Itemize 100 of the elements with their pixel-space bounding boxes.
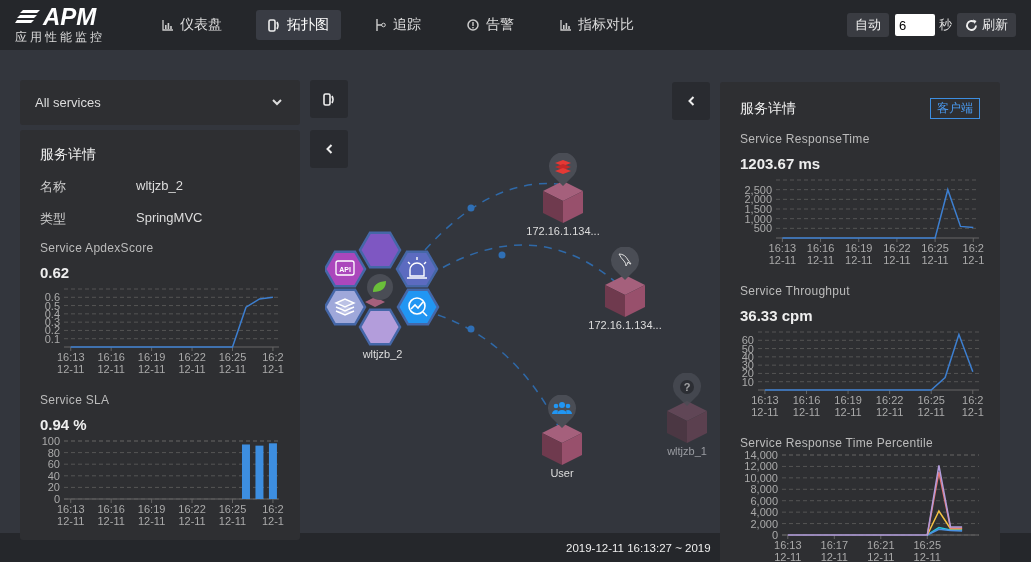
bar-chart-icon [560,19,571,31]
stack-icon [555,160,571,174]
client-button[interactable]: 客户端 [930,98,980,119]
axis-label: 16:2 12-1 [962,242,985,266]
axis-label: 16:13 12-11 [56,503,85,527]
axis-label: 20 [47,481,60,494]
axis-label: 16:25 12-11 [913,539,942,562]
axis-label: 16:22 12-11 [883,242,911,266]
node-label: 172.16.1.134... [588,319,662,331]
axis-label: 1,500 [744,203,772,215]
axis-label: 80 [47,446,60,459]
logo-icon [15,8,41,25]
axis-label: 16:2 12-1 [261,503,284,527]
axis-label: 16:13 12-11 [751,394,779,418]
axis-label: 16:21 12-11 [867,539,895,562]
bar-chart-icon [162,19,173,31]
metric-value: 36.33 cpm [740,307,814,324]
dolphin-icon [618,253,632,267]
time-range: 2019-12-11 16:13:27 ~ 2019 [566,541,711,554]
branch-icon [375,19,386,31]
metric-title: Service Throughput [740,284,851,298]
axis-label: 16:2 12-1 [261,351,284,375]
axis-label: 16:19 12-11 [844,242,873,266]
metric-value: 0.94 % [40,416,88,433]
field-label: 名称 [40,178,67,196]
axis-label: 16:25 12-11 [917,394,945,418]
axis-label: 16:22 12-11 [178,351,206,375]
node-label: 172.16.1.134... [526,225,600,237]
nav-tab[interactable]: 指标对比 [548,10,646,40]
nav-tab[interactable]: 追踪 [363,10,433,40]
axis-label: 0 [771,529,778,541]
metric-title: Service SLA [40,393,111,407]
axis-label: 16:19 12-11 [834,394,862,418]
axis-label: 16:16 12-11 [97,351,125,375]
axis-label: 12,000 [744,460,778,473]
chevron-left-icon [687,96,695,106]
axis-label: 2,500 [744,183,772,196]
axis-label: 16:25 12-11 [218,351,247,375]
nav-tab[interactable]: 仪表盘 [150,10,234,40]
logo-subtitle: 应用性能监控 [15,28,105,46]
chart-bar [242,444,250,499]
logo-title: APM [43,4,97,29]
auto-button[interactable]: 自动 [847,13,889,37]
question-icon: ? [680,380,694,394]
device-icon [268,18,280,32]
metric-value: 0.62 [40,264,71,281]
collapse-left-button[interactable] [310,130,348,168]
chevron-down-icon [272,99,282,106]
axis-label: 8,000 [750,483,778,496]
node-label: wltjzb_1 [667,445,707,457]
chart-bar [268,443,277,499]
axis-label: 16:22 12-11 [875,394,904,418]
metric-value: 1203.67 ms [740,155,822,172]
axis-label: 100 [41,435,60,447]
nav-tab[interactable]: 告警 [455,10,526,40]
axis-label: 6,000 [750,494,778,507]
axis-label: 2,000 [750,517,778,530]
axis-label: 60 [47,458,60,471]
metric-title: Service Response Time Percentile [740,436,934,450]
axis-label: 16:16 12-11 [97,503,125,527]
users-icon [552,402,572,414]
axis-label: 0 [53,493,60,505]
axis-label: 16:13 12-11 [56,351,85,375]
axis-label: 16:17 12-11 [820,539,849,562]
metric-title: Service ResponseTime [740,132,871,146]
nav-tab[interactable]: 拓扑图 [256,10,341,40]
alert-icon [467,19,479,31]
axis-label: 40 [47,469,60,482]
chart-bar [255,445,264,499]
axis-label: 14,000 [744,449,778,461]
axis-label: 16:13 12-11 [774,539,802,562]
axis-label: 16:22 12-11 [178,503,206,527]
axis-label: 16:13 12-11 [768,242,797,266]
refresh-icon [965,18,978,32]
axis-label: 16:25 12-11 [218,503,247,527]
node-label: wltjzb_2 [362,348,403,360]
axis-label: 16:19 12-11 [137,351,166,375]
field-label: 类型 [40,210,67,228]
device-icon [323,92,335,106]
axis-label: 4,000 [750,506,778,519]
layout-toggle-button[interactable] [310,80,348,118]
axis-label: 16:19 12-11 [137,503,166,527]
field-value: wltjzb_2 [136,178,183,195]
chevron-left-icon [325,144,333,154]
field-value: SpringMVC [136,210,203,227]
collapse-right-button[interactable] [672,82,710,120]
axis-label: 16:2 12-1 [961,394,984,418]
axis-label: 16:16 12-11 [806,242,835,266]
metric-title: Service ApdexScore [40,241,155,255]
axis-label: 10,000 [744,471,778,484]
unit-label: 秒 [939,16,952,34]
panel-title: 服务详情 [40,146,97,164]
interval-field[interactable]: 6 [895,14,935,36]
axis-label: 16:16 12-11 [792,394,821,418]
panel-title: 服务详情 [740,99,796,118]
axis-label: 16:25 12-11 [921,242,949,266]
node-label: User [550,467,574,479]
refresh-button[interactable]: 刷新 [957,13,1016,37]
service-select[interactable]: All services [20,80,300,125]
axis-label: 500 [753,222,772,235]
